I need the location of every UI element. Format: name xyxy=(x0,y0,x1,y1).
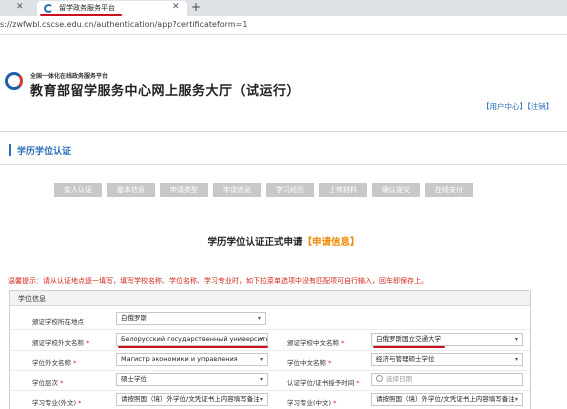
step-5[interactable]: 学习经历 xyxy=(266,183,314,197)
step-7[interactable]: 确认提交 xyxy=(372,183,420,197)
step-8[interactable]: 在线支付 xyxy=(425,183,473,197)
chevron-down-icon: ▾ xyxy=(514,396,518,403)
row-divider xyxy=(10,350,530,351)
chevron-down-icon: ▾ xyxy=(259,396,263,403)
degree-cn-select[interactable]: 经济与管理硕士学位 ▾ xyxy=(371,353,523,366)
award-date-picker[interactable]: 选择日期 xyxy=(371,373,523,386)
clock-icon xyxy=(376,375,383,382)
school-foreign-select[interactable]: Белорусский государственный университет.… xyxy=(116,333,268,346)
warning-notice: 温馨提示：请从认证地点逐一填写，填写学校名称、学位名称、学习专业时，如下拉菜单选… xyxy=(8,277,428,285)
user-links: 【用户中心】【注销】 xyxy=(482,101,553,112)
form-heading: 学历学位认证正式申请【申请信息】 xyxy=(0,234,567,248)
user-center-link[interactable]: 【用户中心】 xyxy=(482,102,527,111)
step-4[interactable]: 申请信息 xyxy=(213,183,261,197)
chevron-down-icon: ▾ xyxy=(259,376,263,383)
row-divider xyxy=(10,329,530,330)
major-cn-select[interactable]: 请按照国（境）外学位/文凭证书上内容填写备注 ▾ xyxy=(371,393,523,406)
step-6[interactable]: 上传材料 xyxy=(319,183,367,197)
chevron-down-icon: ▾ xyxy=(514,336,518,343)
step-3[interactable]: 申请类型 xyxy=(160,183,208,197)
chevron-down-icon: ▾ xyxy=(259,356,263,363)
chevron-down-icon: ▾ xyxy=(514,356,518,363)
degree-level-select[interactable]: 硕士学位 ▾ xyxy=(116,373,268,386)
section-divider xyxy=(0,164,567,165)
logout-link[interactable]: 【注销】 xyxy=(527,102,553,111)
form-heading-accent: 【申请信息】 xyxy=(302,237,360,248)
country-select[interactable]: 白俄罗斯 ▾ xyxy=(116,312,266,325)
address-bar[interactable]: s://zwfwbl.cscse.edu.cn/authentication/a… xyxy=(0,16,567,35)
site-favicon-icon xyxy=(44,4,53,13)
new-tab-plus-icon[interactable]: + xyxy=(191,0,201,14)
school-cn-label: 颁证学校中文名称 * xyxy=(287,339,345,347)
platform-logo-icon xyxy=(5,72,23,90)
browser-tab-bar: ✕ 留学政务服务平台 ✕ + xyxy=(0,0,567,16)
major-cn-label: 学习专业(中文) * xyxy=(287,399,337,407)
row-divider xyxy=(10,370,530,371)
degree-foreign-select[interactable]: Магистр экономики и управления ▾ xyxy=(116,353,268,366)
site-title: 教育部留学服务中心网上服务大厅（试运行） xyxy=(30,84,301,99)
step-2[interactable]: 基本信息 xyxy=(107,183,155,197)
country-label: 颁证学校所在地点 xyxy=(32,318,84,326)
close-icon[interactable]: ✕ xyxy=(16,2,24,12)
panel-header: 学位信息 xyxy=(10,291,530,306)
tab-title: 留学政务服务平台 xyxy=(59,4,115,12)
award-date-label: 认证学位/证书授予时间 * xyxy=(287,379,360,387)
red-annotation-underline xyxy=(118,346,268,348)
platform-subtitle: 全国一体化在线政务服务平台 xyxy=(30,73,109,80)
section-accent-bar xyxy=(9,144,11,156)
school-foreign-label: 颁证学校外文名称 * xyxy=(32,339,90,347)
degree-foreign-label: 学位外文名称 * xyxy=(32,359,77,367)
header-divider xyxy=(0,131,567,132)
row-divider xyxy=(10,390,530,391)
degree-level-label: 学位层次 * xyxy=(32,379,64,387)
major-foreign-label: 学习专业(外文) * xyxy=(32,399,82,407)
tab-close-icon[interactable]: ✕ xyxy=(172,2,180,12)
form-heading-text: 学历学位认证正式申请 xyxy=(207,237,303,248)
url-text[interactable]: s://zwfwbl.cscse.edu.cn/authentication/a… xyxy=(0,20,247,29)
degree-cn-label: 学位中文名称 * xyxy=(287,359,332,367)
red-annotation-underline xyxy=(373,346,445,348)
panel-title: 学位信息 xyxy=(18,295,46,303)
major-foreign-select[interactable]: 请按照国（境）外学位/文凭证书上内容填写备注 ▾ xyxy=(116,393,268,406)
section-title: 学历学位认证 xyxy=(17,147,72,157)
school-cn-select[interactable]: 白俄罗斯国立交通大学 ▾ xyxy=(371,333,523,346)
chevron-down-icon: ▾ xyxy=(259,336,263,343)
chevron-down-icon: ▾ xyxy=(257,315,261,322)
step-1[interactable]: 实人认证 xyxy=(54,183,102,197)
